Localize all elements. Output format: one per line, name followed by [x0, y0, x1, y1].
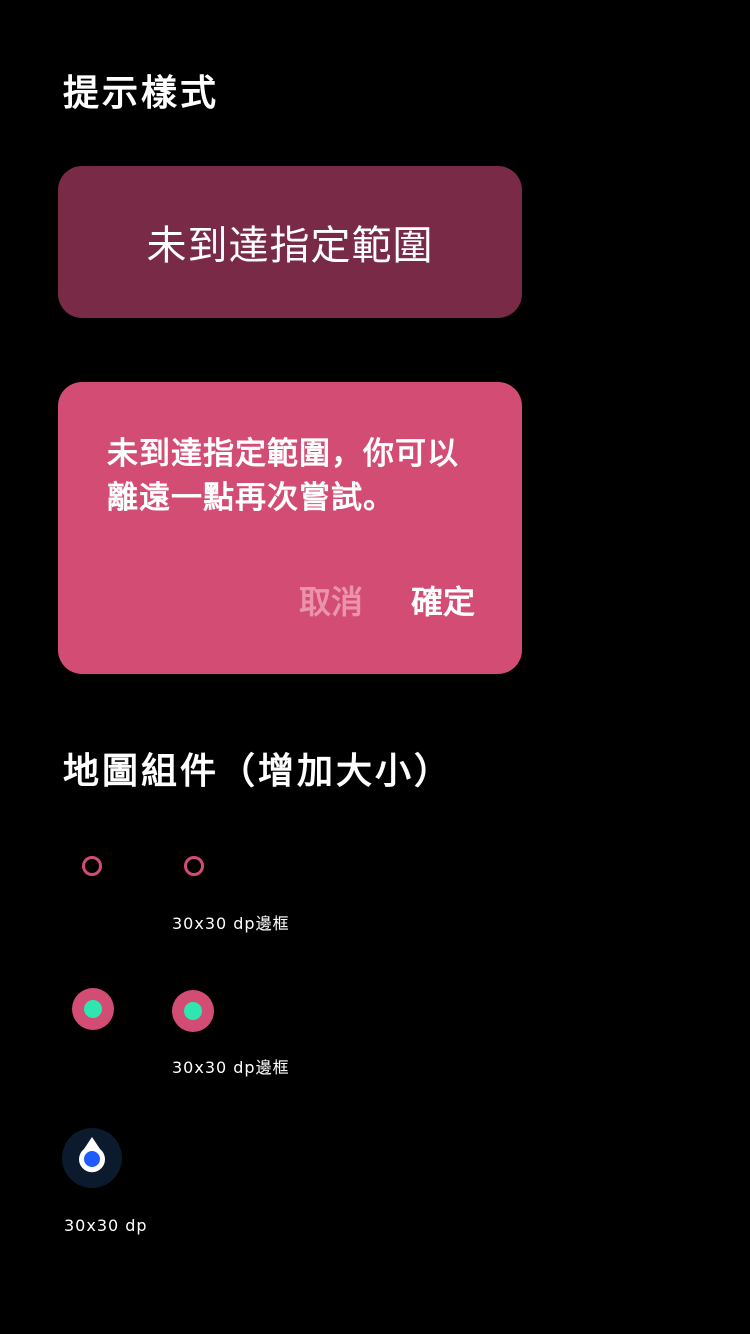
ring-marker-icon: [184, 856, 204, 876]
toast-text: 未到達指定範圍: [146, 223, 434, 269]
dialog-message: 未到達指定範圍，你可以離遠一點再次嘗試。: [107, 436, 459, 516]
toast-message: 未到達指定範圍: [58, 166, 522, 318]
alert-dialog: 未到達指定範圍，你可以離遠一點再次嘗試。 取消 確定: [58, 382, 522, 674]
dot-marker-center: [184, 1002, 202, 1020]
location-marker-icon: [62, 1128, 122, 1188]
cancel-button[interactable]: 取消: [299, 586, 363, 618]
location-marker-glyph: [79, 1137, 105, 1173]
section-title-map-components: 地圖組件（增加大小）: [63, 751, 454, 792]
dot-marker-icon: [172, 990, 214, 1032]
dot-marker-icon: [72, 988, 114, 1030]
confirm-button[interactable]: 確定: [411, 586, 475, 618]
section-title-prompt-style: 提示樣式: [63, 73, 220, 114]
dot-marker-caption: 30x30 dp邊框: [172, 1058, 290, 1077]
ring-marker-icon: [82, 856, 102, 876]
location-marker-caption: 30x30 dp: [64, 1216, 148, 1235]
dot-marker-center: [84, 1000, 102, 1018]
ring-marker-caption: 30x30 dp邊框: [172, 914, 290, 933]
